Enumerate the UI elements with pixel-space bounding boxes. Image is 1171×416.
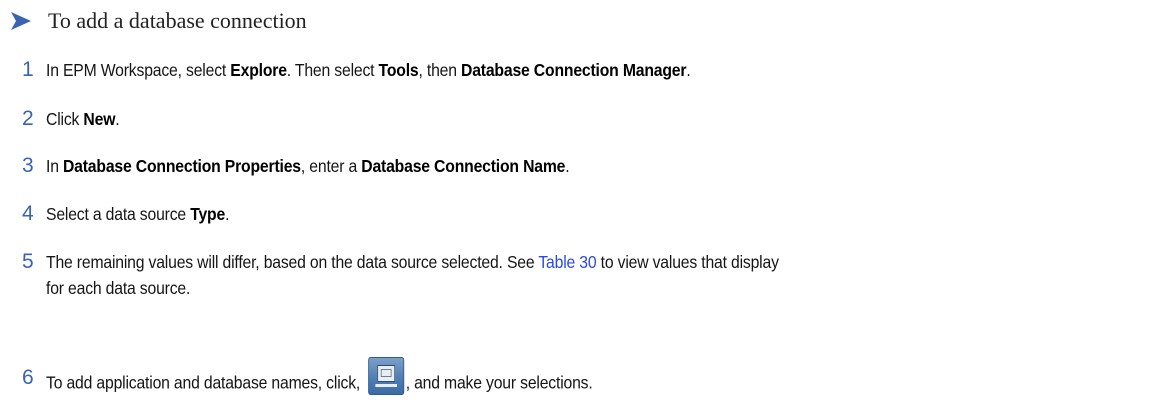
step-number: 2: [22, 107, 34, 130]
text-run: , enter a: [300, 156, 362, 176]
step-2: 2 Click New.: [0, 106, 1171, 132]
text-run: for each data source.: [46, 278, 191, 298]
step-number: 3: [22, 154, 34, 177]
ui-term-type: Type: [190, 204, 226, 224]
step-text: In Database Connection Properties, enter…: [46, 153, 570, 179]
text-run: , and make your selections.: [405, 372, 593, 393]
table-30-link[interactable]: Table 30: [538, 252, 596, 272]
ui-term-tools: Tools: [378, 60, 419, 80]
ui-term-database-connection-manager: Database Connection Manager: [461, 60, 687, 80]
ui-term-new: New: [83, 109, 116, 129]
text-run: , then: [418, 60, 462, 80]
text-run: Click: [46, 109, 84, 129]
step-4: 4 Select a data source Type.: [0, 201, 1171, 227]
step-text: To add application and database names, c…: [46, 357, 593, 403]
text-run: In EPM Workspace, select: [46, 60, 231, 80]
step-number: 1: [22, 58, 34, 81]
text-run: to view values that display: [596, 252, 779, 272]
step-text: Click New.: [46, 106, 120, 132]
step-5: 5 The remaining values will differ, base…: [0, 249, 1171, 301]
document-page: To add a database connection 1 In EPM Wo…: [0, 0, 1171, 416]
step-6: 6 To add application and database names,…: [0, 357, 1171, 403]
ui-term-explore: Explore: [230, 60, 287, 80]
step-3: 3 In Database Connection Properties, ent…: [0, 153, 1171, 179]
ui-term-database-connection-name: Database Connection Name: [361, 156, 566, 176]
step-number: 6: [22, 366, 34, 389]
text-run: In: [46, 156, 63, 176]
text-run: .: [225, 204, 230, 224]
procedure-heading: To add a database connection: [10, 8, 307, 34]
step-text: In EPM Workspace, select Explore. Then s…: [46, 57, 691, 83]
text-run: .: [115, 109, 120, 129]
text-run: . Then select: [286, 60, 379, 80]
text-run: .: [565, 156, 570, 176]
ui-term-database-connection-properties: Database Connection Properties: [62, 156, 301, 176]
step-text: Select a data source Type.: [46, 201, 229, 227]
step-number: 4: [22, 202, 34, 225]
text-run: Select a data source: [46, 204, 191, 224]
step-text: The remaining values will differ, based …: [46, 249, 1059, 301]
step-number: 5: [22, 250, 34, 273]
arrow-bullet-icon: [11, 12, 31, 30]
text-run: .: [686, 60, 691, 80]
text-run: The remaining values will differ, based …: [46, 252, 539, 272]
application-browse-icon[interactable]: [367, 357, 404, 395]
step-1: 1 In EPM Workspace, select Explore. Then…: [0, 57, 1171, 83]
heading-text: To add a database connection: [48, 8, 307, 33]
text-run: To add application and database names, c…: [46, 372, 365, 393]
